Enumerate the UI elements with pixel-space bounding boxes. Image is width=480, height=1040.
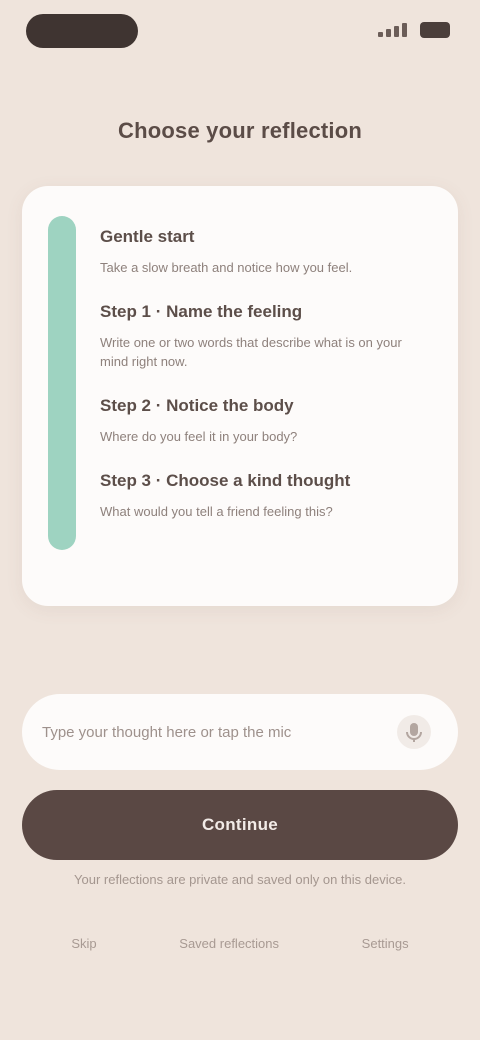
page-title: Choose your reflection [118, 118, 362, 143]
section-text: What would you tell a friend feeling thi… [100, 504, 333, 519]
card-body: Gentle start Take a slow breath and noti… [100, 226, 430, 545]
battery-icon [420, 22, 450, 38]
status-time-pill [26, 14, 138, 48]
status-icons [378, 22, 450, 38]
section-title: Step 2 · Notice the body [100, 396, 294, 415]
skip-link[interactable]: Skip [71, 936, 96, 951]
accent-bar [48, 216, 76, 550]
section-text: Where do you feel it in your body? [100, 429, 298, 444]
thought-input[interactable] [40, 722, 384, 742]
section-step-2[interactable]: Step 2 · Notice the body Where do you fe… [100, 395, 430, 446]
section-text: Take a slow breath and notice how you fe… [100, 260, 353, 275]
bottom-links: Skip Saved reflections Settings [0, 936, 480, 951]
continue-button[interactable]: Continue [22, 790, 458, 860]
section-gentle-start[interactable]: Gentle start Take a slow breath and noti… [100, 226, 430, 277]
saved-reflections-link[interactable]: Saved reflections [179, 936, 279, 951]
section-title: Step 1 · Name the feeling [100, 302, 303, 321]
thought-input-container [22, 694, 458, 770]
settings-link[interactable]: Settings [362, 936, 409, 951]
section-step-1[interactable]: Step 1 · Name the feeling Write one or t… [100, 301, 430, 371]
section-text: Write one or two words that describe wha… [100, 335, 402, 369]
helper-text: Your reflections are private and saved o… [74, 872, 406, 887]
status-bar [0, 0, 480, 60]
section-title: Gentle start [100, 227, 195, 246]
signal-icon [378, 23, 410, 37]
section-title: Step 3 · Choose a kind thought [100, 471, 351, 490]
reflection-card: Gentle start Take a slow breath and noti… [22, 186, 458, 606]
mic-icon[interactable] [396, 714, 432, 750]
section-step-3[interactable]: Step 3 · Choose a kind thought What woul… [100, 470, 430, 521]
